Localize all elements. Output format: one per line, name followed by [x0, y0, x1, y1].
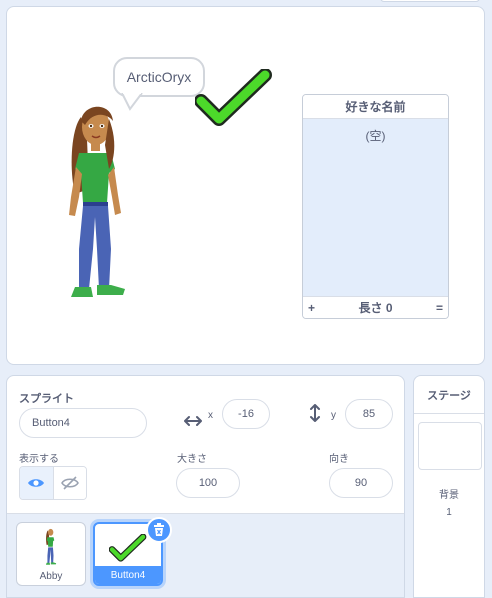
list-monitor-body: (空): [303, 119, 448, 296]
check-thumb-icon: [109, 534, 147, 562]
abby-sprite[interactable]: [63, 99, 143, 309]
stage[interactable]: ArcticOryx 好きな名前 (空) + 長さ 0 =: [6, 6, 485, 365]
y-label: y: [331, 410, 336, 421]
hide-button[interactable]: [52, 467, 86, 499]
list-monitor-footer: + 長さ 0 =: [303, 296, 448, 318]
stage-target-panel[interactable]: ステージ 背景 1: [413, 375, 485, 598]
sprite-label: スプライト: [19, 393, 74, 405]
sprite-thumb-label: Abby: [39, 570, 63, 582]
sprite-name-input[interactable]: Button4: [19, 408, 147, 438]
stage-thumbnail[interactable]: [418, 422, 482, 470]
top-edge-element: [380, 0, 480, 2]
trash-icon: [154, 523, 164, 536]
backdrops-count: 1: [446, 507, 452, 518]
y-arrows-icon: [310, 404, 320, 422]
visibility-toggle: [19, 466, 87, 500]
speech-bubble-text: ArcticOryx: [126, 69, 192, 85]
delete-sprite-button[interactable]: [146, 517, 172, 543]
abby-thumb-icon: [45, 528, 57, 565]
x-label: x: [208, 410, 213, 421]
x-input[interactable]: -16: [222, 399, 270, 429]
list-empty-text: (空): [365, 129, 386, 143]
list-add-button[interactable]: +: [308, 301, 315, 315]
show-button[interactable]: [20, 467, 53, 499]
speech-bubble: ArcticOryx: [113, 57, 205, 97]
sprite-thumb-abby[interactable]: Abby: [16, 522, 86, 586]
stage-panel-title: ステージ: [414, 376, 484, 414]
sprite-info-panel: スプライト Button4 x -16 y 85 表示する 大きさ 100 向き…: [6, 375, 405, 598]
list-monitor[interactable]: 好きな名前 (空) + 長さ 0 =: [302, 94, 449, 319]
y-input[interactable]: 85: [345, 399, 393, 429]
eye-icon: [28, 479, 45, 487]
size-input[interactable]: 100: [176, 468, 240, 498]
eye-slash-icon: [60, 476, 79, 490]
list-monitor-title: 好きな名前: [303, 95, 448, 119]
button4-check-sprite[interactable]: [195, 69, 273, 131]
list-resize-handle[interactable]: =: [436, 301, 443, 315]
show-label: 表示する: [19, 454, 59, 465]
x-arrows-icon: [184, 416, 202, 426]
list-length-label: 長さ 0: [358, 301, 393, 315]
sprite-thumb-label: Button4: [95, 566, 161, 584]
backdrops-label: 背景: [439, 490, 459, 501]
size-label: 大きさ: [177, 454, 207, 465]
sprite-list: Abby Button4: [7, 513, 404, 597]
direction-input[interactable]: 90: [329, 468, 393, 498]
direction-label: 向き: [329, 454, 349, 465]
